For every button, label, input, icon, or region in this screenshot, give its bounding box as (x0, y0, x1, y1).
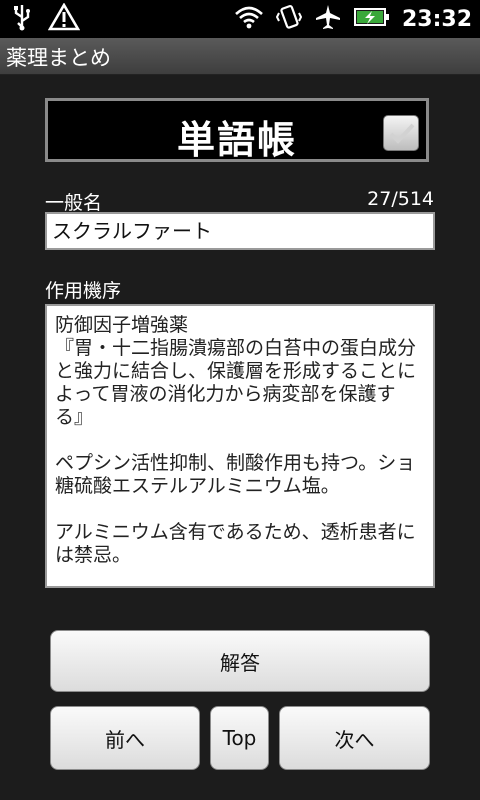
prev-button[interactable]: 前へ (50, 706, 200, 770)
memorized-checkbox[interactable] (383, 115, 419, 151)
title-bar: 薬理まとめ (0, 38, 480, 75)
check-icon (389, 123, 415, 144)
vibrate-icon (275, 3, 303, 35)
usb-icon (12, 3, 32, 35)
battery-charging-icon (353, 6, 390, 32)
header-title: 単語帳 (176, 118, 297, 162)
top-button[interactable]: Top (210, 706, 269, 770)
name-label: 一般名 (45, 192, 103, 214)
flashcard-header: 単語帳 (45, 98, 429, 162)
airplane-icon (314, 3, 342, 35)
wifi-icon (234, 5, 264, 33)
mechanism-label: 作用機序 (45, 280, 122, 302)
mechanism-text: 防御因子増強薬 『胃・十二指腸潰瘍部の白苔中の蛋白成分と強力に結合し、保護層を形… (55, 314, 417, 566)
next-button[interactable]: 次へ (279, 706, 430, 770)
mechanism-text-area[interactable]: 防御因子増強薬 『胃・十二指腸潰瘍部の白苔中の蛋白成分と強力に結合し、保護層を形… (45, 304, 435, 588)
card-counter: 27/514 (367, 188, 434, 210)
name-field[interactable]: スクラルファート (45, 212, 435, 250)
warning-icon (47, 2, 81, 35)
status-time: 23:32 (401, 6, 472, 32)
status-bar: 23:32 (0, 0, 480, 38)
app-title: 薬理まとめ (6, 46, 111, 70)
answer-button[interactable]: 解答 (50, 630, 430, 692)
